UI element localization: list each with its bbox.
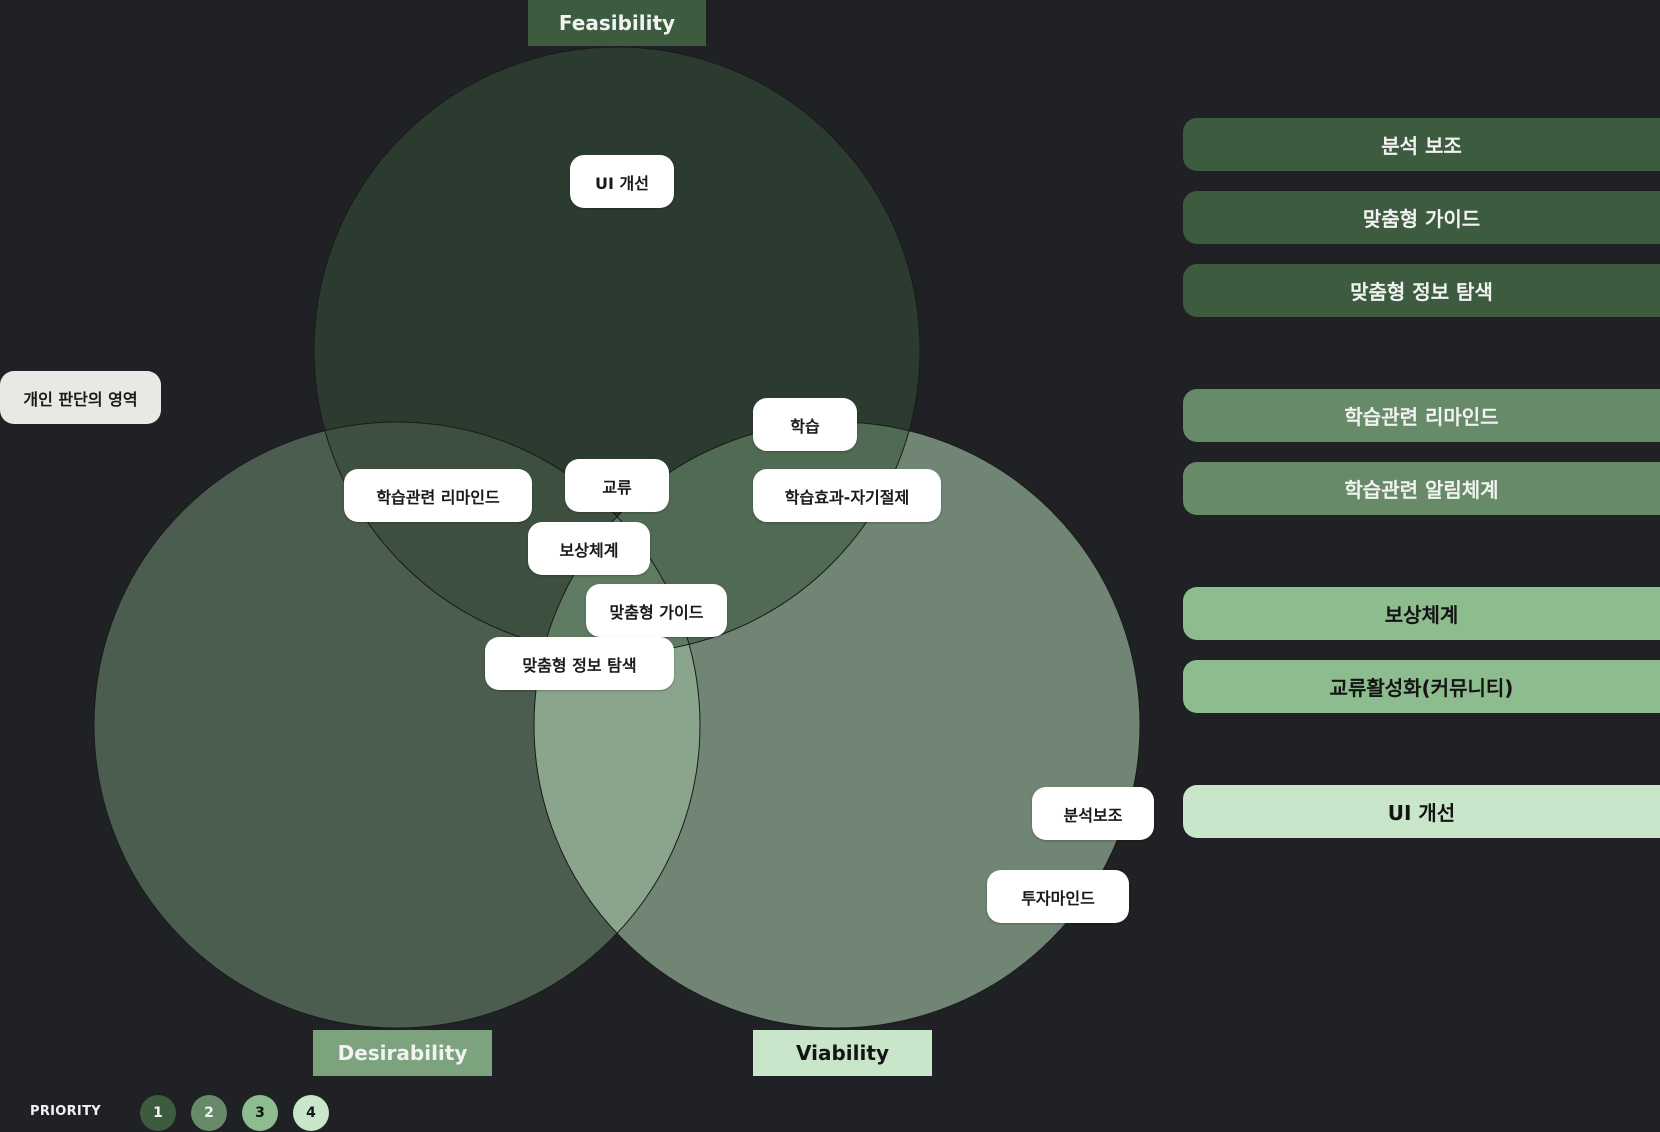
- legend-item: 보상체계: [1183, 587, 1660, 640]
- chip-learning-effect: 학습효과-자기절제: [753, 469, 941, 522]
- chip-reward: 보상체계: [528, 522, 650, 575]
- chip-investment-mind: 투자마인드: [987, 870, 1129, 923]
- legend-item: 학습관련 리마인드: [1183, 389, 1660, 442]
- viability-label: Viability: [753, 1030, 932, 1076]
- chip-custom-guide: 맞춤형 가이드: [586, 584, 727, 637]
- chip-custom-search: 맞춤형 정보 탐색: [485, 637, 674, 690]
- legend-item: 학습관련 알림체계: [1183, 462, 1660, 515]
- priority-dot-4: 4: [293, 1095, 329, 1131]
- chip-learning-reminder: 학습관련 리마인드: [344, 469, 532, 522]
- legend-item: 교류활성화(커뮤니티): [1183, 660, 1660, 713]
- priority-dot-1: 1: [140, 1095, 176, 1131]
- priority-dot-2: 2: [191, 1095, 227, 1131]
- chip-analysis-support: 분석보조: [1032, 787, 1154, 840]
- chip-ui-improve: UI 개선: [570, 155, 674, 208]
- chip-learning: 학습: [753, 398, 857, 451]
- legend-item: UI 개선: [1183, 785, 1660, 838]
- legend-item: 맞춤형 정보 탐색: [1183, 264, 1660, 317]
- priority-dot-3: 3: [242, 1095, 278, 1131]
- legend-item: 분석 보조: [1183, 118, 1660, 171]
- feasibility-label: Feasibility: [528, 0, 706, 46]
- desirability-label: Desirability: [313, 1030, 492, 1076]
- priority-label: PRIORITY: [30, 1104, 101, 1119]
- legend-item: 맞춤형 가이드: [1183, 191, 1660, 244]
- personal-judgment-chip: 개인 판단의 영역: [0, 371, 161, 424]
- chip-exchange: 교류: [565, 459, 669, 512]
